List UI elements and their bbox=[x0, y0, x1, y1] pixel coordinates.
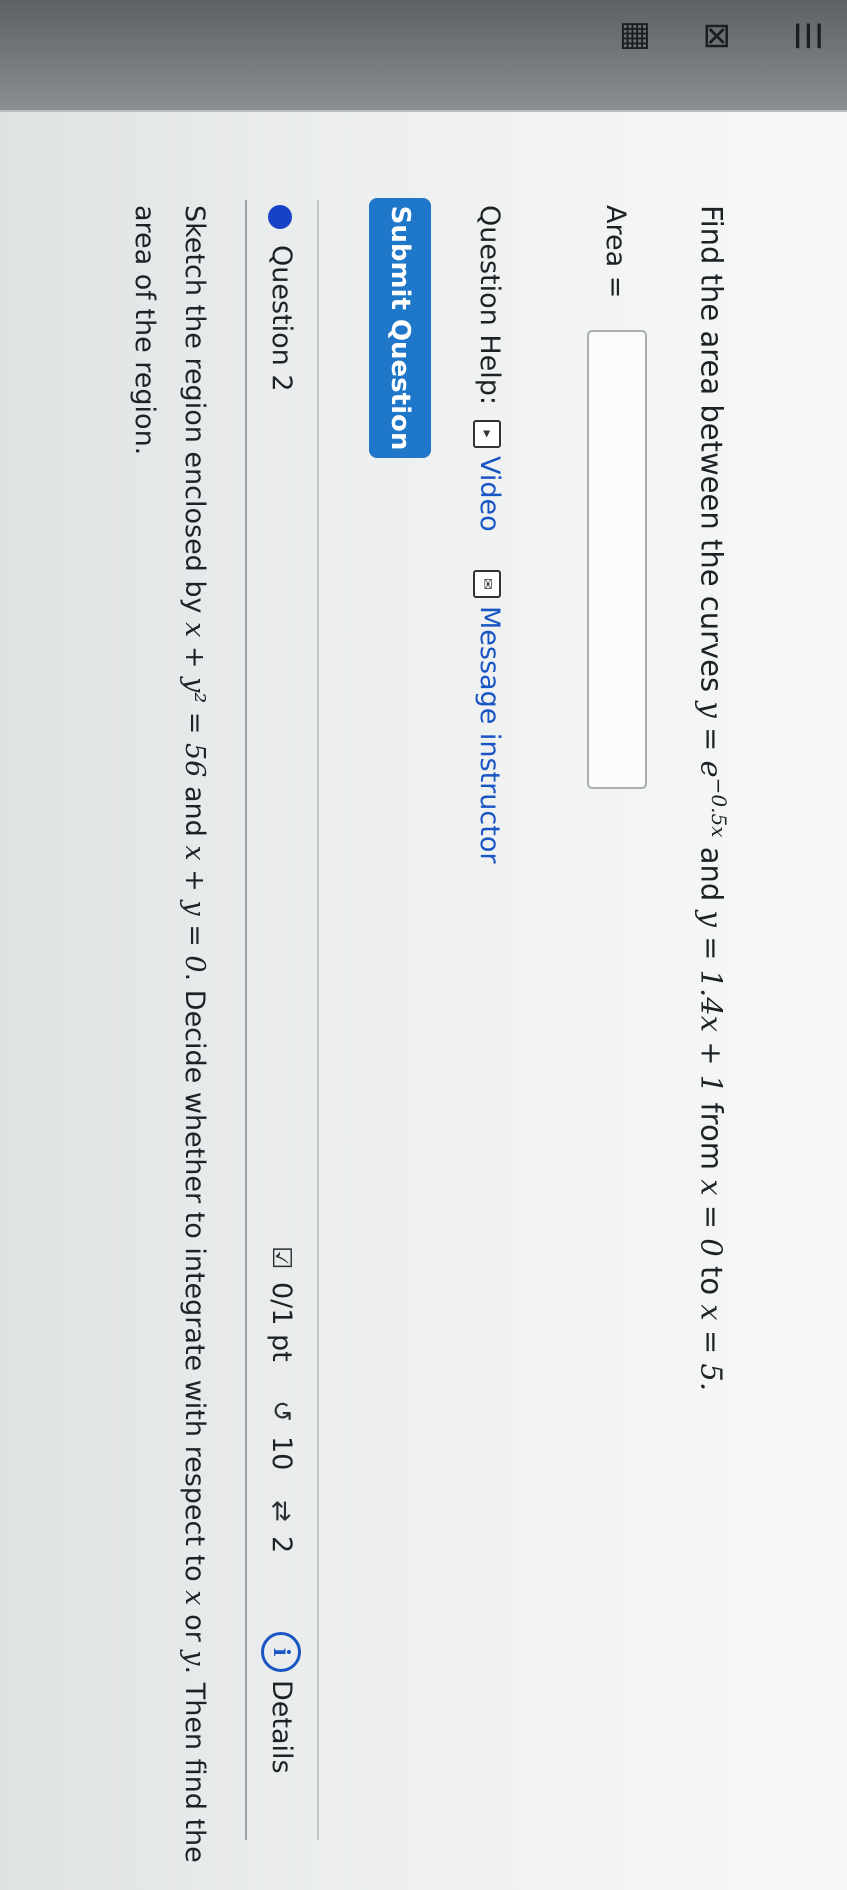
info-icon[interactable]: i bbox=[261, 1632, 301, 1672]
and-text: and bbox=[694, 846, 729, 902]
mail-icon[interactable]: ✉ bbox=[473, 570, 501, 598]
q2-text-2: . Decide whether to integrate with respe… bbox=[179, 972, 210, 1582]
retries-count: 2 bbox=[266, 1536, 297, 1554]
undo-icon: ↺ bbox=[266, 1400, 296, 1422]
rail-divider bbox=[0, 110, 847, 112]
prompt-text: Find the area between the curves bbox=[694, 205, 729, 693]
from-text: from bbox=[694, 1102, 729, 1170]
page: ☰ ⊠ ▦ Find the area between the curves y… bbox=[0, 0, 847, 1890]
attempts-count: 10 bbox=[266, 1436, 297, 1471]
upper-bound: x = 5. bbox=[694, 1304, 729, 1392]
play-icon[interactable]: ▸ bbox=[473, 420, 501, 448]
question1-prompt: Find the area between the curves y = e−0… bbox=[694, 205, 731, 1391]
equation-1: y = e bbox=[694, 701, 729, 778]
submit-question-button[interactable]: Submit Question bbox=[369, 198, 431, 458]
area-input[interactable] bbox=[587, 330, 647, 789]
lower-bound: x = 0 bbox=[694, 1179, 729, 1257]
repeat-icon: ⇄ bbox=[266, 1500, 296, 1522]
grid-icon[interactable]: ▦ bbox=[617, 16, 657, 56]
q2-equation-b: x + y = 0 bbox=[179, 845, 210, 973]
close-icon[interactable]: ⊠ bbox=[697, 16, 737, 56]
question2-body: Sketch the region enclosed by x + y² = 5… bbox=[119, 205, 219, 1885]
menu-icon[interactable]: ☰ bbox=[787, 16, 827, 56]
video-link[interactable]: Video bbox=[474, 456, 505, 532]
area-label: Area = bbox=[600, 205, 631, 299]
score-text: 0/1 pt bbox=[266, 1282, 297, 1362]
q2-text-1: Sketch the region enclosed by bbox=[179, 205, 210, 614]
q2-equation-a: x + y² = 56 bbox=[179, 622, 210, 778]
question-help-label: Question Help: bbox=[474, 205, 505, 405]
q2-var-y: y bbox=[179, 1650, 210, 1666]
details-link[interactable]: Details bbox=[266, 1680, 297, 1774]
question-status-dot bbox=[268, 205, 292, 229]
left-app-rail: ☰ ⊠ ▦ bbox=[0, 0, 847, 110]
to-text: to bbox=[694, 1265, 729, 1296]
q2-or-text: or bbox=[179, 1614, 210, 1642]
section-divider bbox=[317, 200, 319, 1840]
question2-title: Question 2 bbox=[266, 245, 297, 392]
message-instructor-link[interactable]: Message instructor bbox=[474, 606, 505, 863]
q2-and-text: and bbox=[179, 785, 210, 837]
equation-1-exponent: −0.5x bbox=[707, 777, 731, 838]
q2-var-x: x bbox=[179, 1590, 210, 1606]
question2-divider bbox=[245, 200, 247, 1840]
check-icon: ☑ bbox=[266, 1246, 296, 1270]
equation-2: y = 1.4x + 1 bbox=[694, 910, 729, 1094]
